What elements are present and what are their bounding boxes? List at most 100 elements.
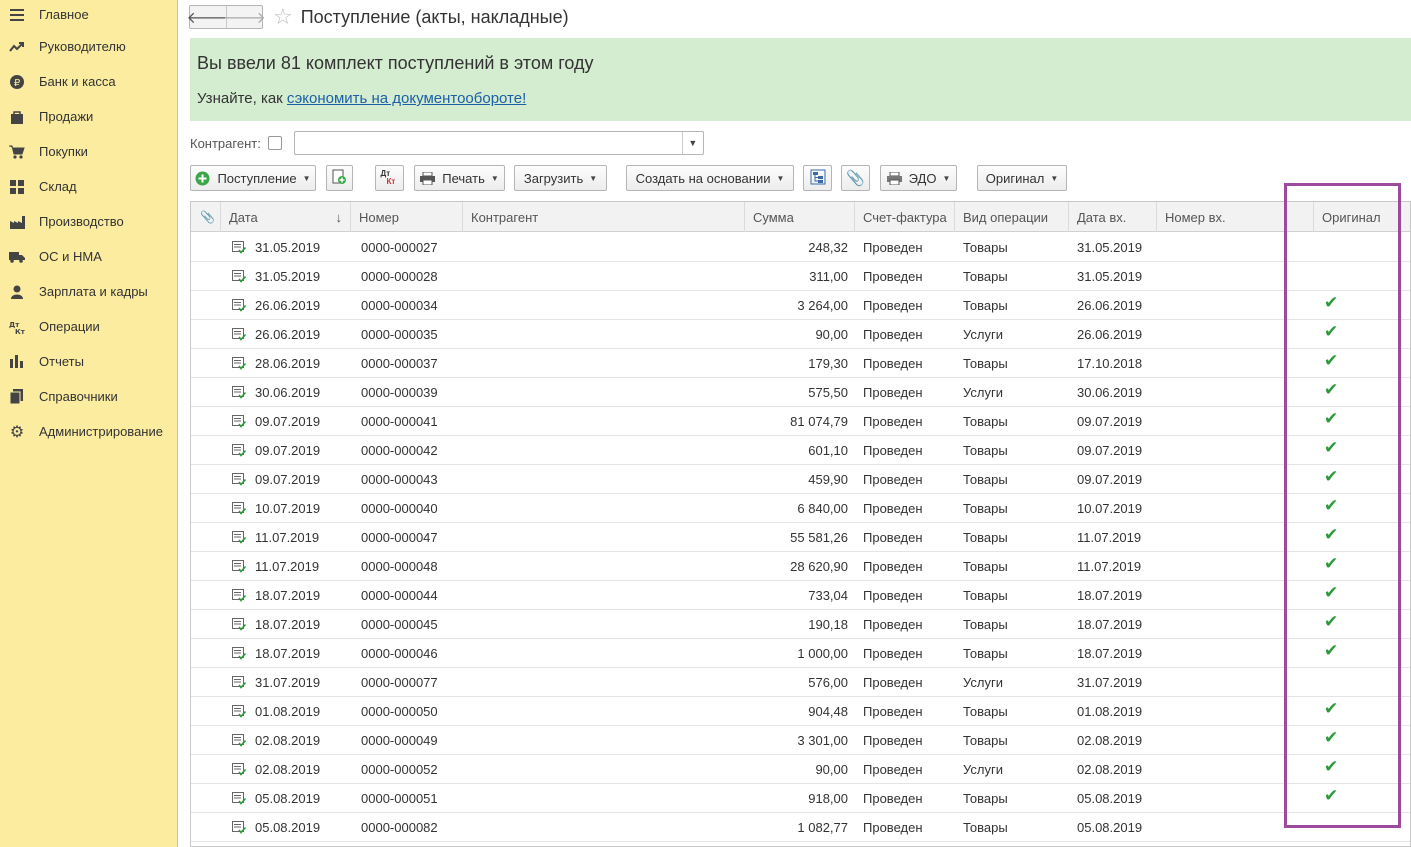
counterparty-filter: Контрагент: ▼ [190,131,704,155]
counterparty-field[interactable]: ▼ [293,131,704,155]
bar-chart-icon [9,354,25,370]
cell-date: 18.07.2019 [255,587,321,603]
posted-document-icon [232,821,246,834]
caret-down-icon: ▼ [302,173,311,183]
cell-sum: 575,50 [808,384,848,400]
chevron-down-icon[interactable]: ▼ [681,132,703,154]
invoice-column-header[interactable]: Счет-фактура [855,202,955,232]
cell-invoice: Проведен [863,355,923,371]
sidebar-item-operations[interactable]: Дт Кт Операции [0,309,177,344]
cell-invoice: Проведен [863,645,923,661]
cell-number: 0000-000035 [361,326,438,342]
sidebar-item-purchases[interactable]: Покупки [0,134,177,169]
cell-op: Товары [963,587,1008,603]
table-row[interactable]: 18.07.2019 0000-000045 190,18 Проведен Товар… [191,610,1410,639]
table-row[interactable]: 11.07.2019 0000-000048 28 620,90 Проведен То… [191,552,1410,581]
dt-kt-icon: Дт Кт [380,169,396,186]
attachment-column-header[interactable]: 📎 [191,202,221,232]
cell-number: 0000-000028 [361,268,438,284]
original-check-icon: ✔ [1324,757,1339,776]
cell-number: 0000-000048 [361,558,438,574]
table-row[interactable]: 31.07.2019 0000-000077 576,00 Проведен Услуг… [191,668,1410,697]
cell-date: 11.07.2019 [255,529,320,545]
table-row[interactable]: 05.08.2019 0000-000082 1 082,77 Проведен Тов… [191,813,1410,842]
cell-in-date: 01.08.2019 [1077,703,1143,719]
page-title: Поступление (акты, накладные) [300,6,569,27]
cell-date: 11.07.2019 [255,558,320,574]
create-based-on-button[interactable]: Создать на основании ▼ [626,165,794,191]
sidebar-item-production[interactable]: Производство [0,204,177,239]
edo-button[interactable]: ЭДО ▼ [880,165,957,191]
cell-op: Товары [963,239,1008,255]
sidebar-item-label: Отчеты [39,354,84,369]
table-row[interactable]: 18.07.2019 0000-000046 1 000,00 Проведен Тов… [191,639,1410,668]
dt-kt-button[interactable]: Дт Кт [375,165,404,191]
cell-invoice: Проведен [863,529,923,545]
posted-document-icon [232,676,246,689]
table-row[interactable]: 30.06.2019 0000-000039 575,50 Проведен Услуг… [191,378,1410,407]
back-button[interactable]: 🡐 [187,6,230,28]
banner-link[interactable]: сэкономить на документообороте! [287,90,526,107]
counterparty-header-label: Контрагент [471,209,539,225]
posted-document-icon [232,415,246,428]
sidebar-item-director[interactable]: Руководителю [0,29,177,64]
cell-date: 18.07.2019 [255,616,321,632]
sidebar-item-main[interactable]: Главное [0,0,177,29]
table-row[interactable]: 10.07.2019 0000-000040 6 840,00 Проведен Тов… [191,494,1410,523]
sidebar-item-assets[interactable]: ОС и НМА [0,239,177,274]
forward-button[interactable]: 🡒 [223,6,266,28]
sidebar-item-warehouse[interactable]: Склад [0,169,177,204]
table-row[interactable]: 05.08.2019 0000-000051 918,00 Проведен Товар… [191,784,1410,813]
table-row[interactable]: 31.05.2019 0000-000027 248,32 Проведен Товар… [191,233,1410,262]
table-row[interactable]: 02.08.2019 0000-000052 90,00 Проведен Услуги… [191,755,1410,784]
paperclip-icon: 📎 [846,170,865,187]
copy-document-button[interactable] [326,165,353,191]
in-number-column-header[interactable]: Номер вх. [1157,202,1314,232]
in-date-column-header[interactable]: Дата вх. [1069,202,1157,232]
cell-in-date: 26.06.2019 [1077,326,1143,342]
original-check-icon: ✔ [1324,322,1339,341]
cell-invoice: Проведен [863,703,923,719]
table-row[interactable]: 09.07.2019 0000-000041 81 074,79 Проведен То… [191,407,1410,436]
cell-sum: 55 581,26 [790,529,848,545]
table-row[interactable]: 31.05.2019 0000-000028 311,00 Проведен Товар… [191,262,1410,291]
sum-column-header[interactable]: Сумма [745,202,855,232]
original-button[interactable]: Оригинал ▼ [977,165,1067,191]
table-row[interactable]: 18.07.2019 0000-000044 733,04 Проведен Товар… [191,581,1410,610]
sidebar-item-admin[interactable]: ⚙ Администрирование [0,414,177,449]
table-row[interactable]: 28.06.2019 0000-000037 179,30 Проведен Товар… [191,349,1410,378]
cell-number: 0000-000039 [361,384,438,400]
load-button[interactable]: Загрузить ▼ [514,165,607,191]
empty-column-header [1400,202,1410,232]
sidebar-item-reports[interactable]: Отчеты [0,344,177,379]
table-row[interactable]: 26.06.2019 0000-000035 90,00 Проведен Услуги… [191,320,1410,349]
attach-button[interactable]: 📎 [841,165,870,191]
cell-number: 0000-000046 [361,645,438,661]
favorite-star-icon[interactable]: ☆ [273,6,293,28]
sidebar-item-label: Банк и касса [39,74,116,89]
sidebar-item-bank[interactable]: ₽ Банк и касса [0,64,177,99]
books-icon [9,389,25,405]
counterparty-filter-checkbox[interactable] [267,136,282,150]
sidebar-item-salary[interactable]: Зарплата и кадры [0,274,177,309]
sidebar-item-directories[interactable]: Справочники [0,379,177,414]
table-row[interactable]: 09.07.2019 0000-000043 459,90 Проведен Товар… [191,465,1410,494]
create-receipt-button[interactable]: Поступление ▼ [190,165,316,191]
date-column-header[interactable]: Дата ↓ [221,202,351,232]
table-row[interactable]: 09.07.2019 0000-000042 601,10 Проведен Товар… [191,436,1410,465]
counterparty-column-header[interactable]: Контрагент [463,202,745,232]
sidebar-item-label: Главное [39,7,89,22]
cell-invoice: Проведен [863,732,923,748]
table-row[interactable]: 01.08.2019 0000-000050 904,48 Проведен Товар… [191,697,1410,726]
table-row[interactable]: 02.08.2019 0000-000049 3 301,00 Проведен Тов… [191,726,1410,755]
operation-column-header[interactable]: Вид операции [955,202,1069,232]
table-row[interactable]: 11.07.2019 0000-000047 55 581,26 Проведен То… [191,523,1410,552]
original-check-icon: ✔ [1324,351,1339,370]
original-column-header[interactable]: Оригинал [1314,202,1400,232]
original-check-icon: ✔ [1324,293,1339,312]
print-button[interactable]: Печать ▼ [414,165,505,191]
sidebar-item-sales[interactable]: Продажи [0,99,177,134]
number-column-header[interactable]: Номер [351,202,463,232]
table-row[interactable]: 26.06.2019 0000-000034 3 264,00 Проведен Тов… [191,291,1410,320]
structure-button[interactable] [803,165,832,191]
